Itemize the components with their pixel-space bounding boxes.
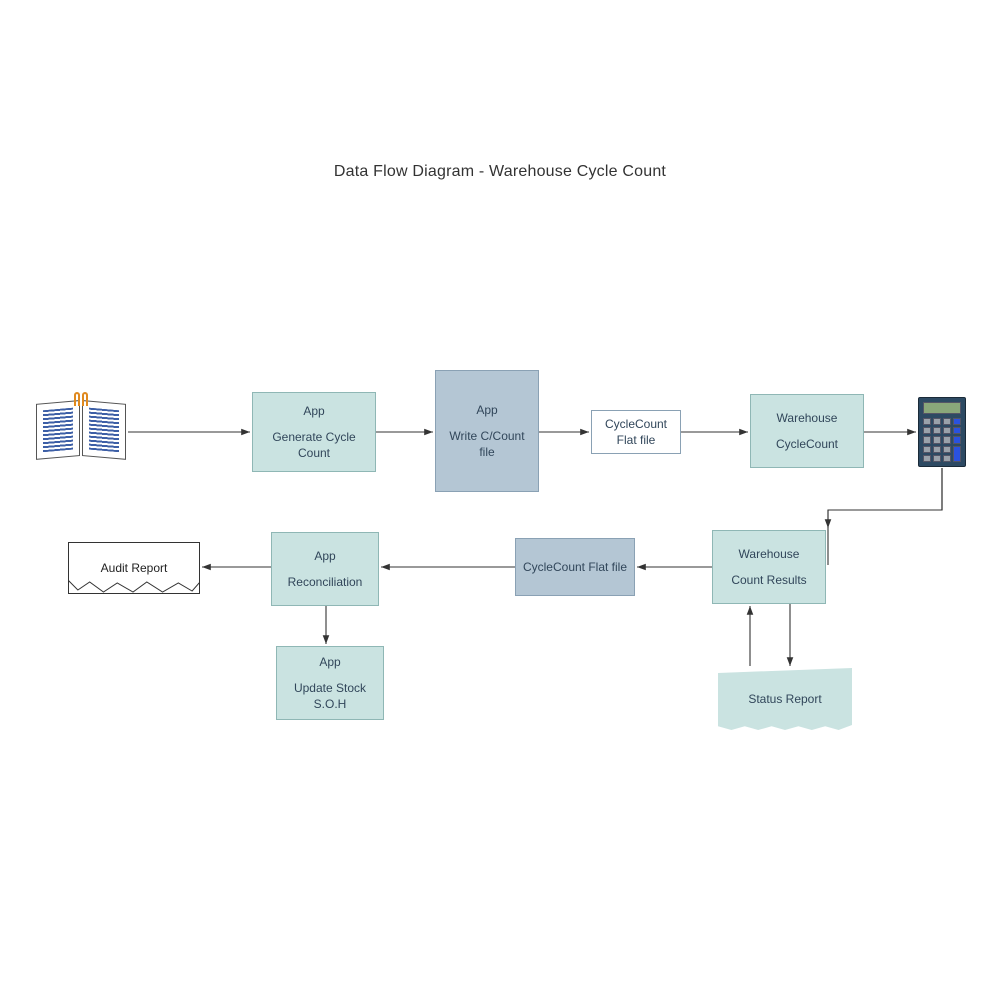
diagram-title: Data Flow Diagram - Warehouse Cycle Coun…	[0, 163, 1000, 181]
node-update-stock-soh: App Update Stock S.O.H	[276, 646, 384, 720]
node-status-report: Status Report	[718, 668, 852, 730]
node-warehouse-count-results: Warehouse Count Results	[712, 530, 826, 604]
node-label-main: Write C/Count file	[442, 428, 532, 460]
node-warehouse-cyclecount: Warehouse CycleCount	[750, 394, 864, 468]
node-label-main: Reconciliation	[288, 574, 363, 590]
node-label-top: App	[319, 654, 340, 670]
node-label-top: Warehouse	[777, 410, 838, 426]
node-cyclecount-flatfile-2: CycleCount Flat file	[515, 538, 635, 596]
arrows-layer	[0, 0, 1000, 1000]
node-label-top: Warehouse	[739, 546, 800, 562]
node-generate-cycle-count: App Generate Cycle Count	[252, 392, 376, 472]
node-label-main: Audit Report	[101, 561, 168, 575]
node-reconciliation: App Reconciliation	[271, 532, 379, 606]
node-label-main: Generate Cycle Count	[259, 429, 369, 461]
node-label-main: Count Results	[731, 572, 806, 588]
node-label-top: App	[303, 403, 324, 419]
node-label-top: App	[476, 402, 497, 418]
node-label-top: App	[314, 548, 335, 564]
node-audit-report: Audit Report	[68, 542, 200, 594]
node-label-main: CycleCount	[776, 436, 838, 452]
node-label-main: CycleCount Flat file	[598, 416, 674, 448]
node-write-ccount-file: App Write C/Count file	[435, 370, 539, 492]
node-label-main: Status Report	[748, 692, 821, 706]
node-label-main: CycleCount Flat file	[523, 559, 627, 575]
book-icon	[36, 400, 126, 460]
node-cyclecount-flatfile-1: CycleCount Flat file	[591, 410, 681, 454]
calculator-icon	[918, 397, 966, 467]
node-label-main: Update Stock S.O.H	[283, 680, 377, 712]
